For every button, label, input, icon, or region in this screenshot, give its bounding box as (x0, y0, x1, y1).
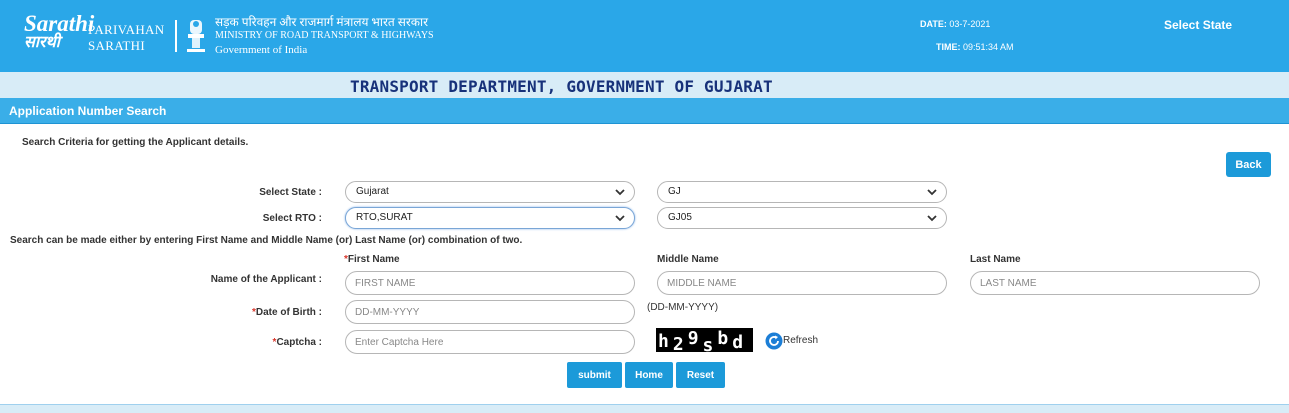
section-bar: Application Number Search (0, 98, 1289, 124)
first-name-input[interactable] (345, 271, 635, 295)
ministry-text: सड़क परिवहन और राजमार्ग मंत्रालय भारत सर… (215, 15, 434, 57)
refresh-icon[interactable] (765, 332, 783, 350)
criteria-text: Search Criteria for getting the Applican… (22, 137, 249, 148)
captcha-text: h29sbd (658, 328, 743, 352)
captcha-label-text: Captcha : (276, 337, 322, 348)
dob-label: *Date of Birth : (200, 307, 322, 318)
section-title: Application Number Search (9, 104, 167, 118)
submit-button[interactable]: submit (567, 362, 622, 388)
rto-code-value: GJ05 (668, 212, 692, 223)
rto-select[interactable]: RTO,SURAT (345, 207, 635, 229)
state-select[interactable]: Gujarat (345, 181, 635, 203)
parivahan-text: PARIVAHAN (88, 22, 165, 37)
time-label: TIME: (936, 42, 961, 52)
state-code-select[interactable]: GJ (657, 181, 947, 203)
chevron-down-icon (615, 215, 625, 222)
sarathi-text: SARATHI (88, 38, 145, 53)
header: Sarathi सारथी PARIVAHAN SARATHI सड़क परि… (0, 0, 1289, 72)
date-label: DATE: (920, 19, 947, 29)
emblem-icon (187, 20, 205, 52)
ministry-hindi: सड़क परिवहन और राजमार्ग मंत्रालय भारत सर… (215, 15, 428, 29)
rto-select-value: RTO,SURAT (356, 212, 413, 223)
dob-input[interactable] (345, 300, 635, 324)
ministry-english: MINISTRY OF ROAD TRANSPORT & HIGHWAYS (215, 30, 434, 41)
first-name-head: *First Name (344, 254, 400, 265)
chevron-down-icon (927, 215, 937, 222)
refresh-link[interactable]: Refresh (783, 335, 818, 346)
date-value: 03-7-2021 (949, 19, 991, 29)
state-code-value: GJ (668, 186, 681, 197)
name-label: Name of the Applicant : (210, 274, 322, 285)
time-value: 09:51:34 AM (963, 42, 1014, 52)
footer-strip (0, 404, 1289, 413)
page: Sarathi सारथी PARIVAHAN SARATHI सड़क परि… (0, 0, 1289, 413)
select-state-label: Select State : (259, 187, 322, 198)
dob-label-text: Date of Birth : (255, 307, 322, 318)
sarathi-logo-line1: Sarathi (24, 11, 95, 36)
ministry-gov: Government of India (215, 44, 308, 56)
department-banner: TRANSPORT DEPARTMENT, GOVERNMENT OF GUJA… (0, 72, 1289, 98)
home-button[interactable]: Home (625, 362, 673, 388)
middle-name-input[interactable] (657, 271, 947, 295)
rto-code-select[interactable]: GJ05 (657, 207, 947, 229)
date-display: DATE: 03-7-2021 (920, 19, 990, 29)
search-note: Search can be made either by entering Fi… (10, 235, 523, 246)
logo-divider (175, 20, 177, 52)
select-state-link[interactable]: Select State (1164, 18, 1232, 32)
middle-name-head: Middle Name (657, 254, 719, 265)
dob-format-hint: (DD-MM-YYYY) (647, 302, 719, 313)
chevron-down-icon (615, 189, 625, 196)
last-name-head: Last Name (970, 254, 1021, 265)
department-title: TRANSPORT DEPARTMENT, GOVERNMENT OF GUJA… (350, 77, 773, 96)
chevron-down-icon (927, 189, 937, 196)
back-button[interactable]: Back (1226, 152, 1271, 177)
sarathi-logo: Sarathi सारथी (24, 11, 95, 56)
last-name-input[interactable] (970, 271, 1260, 295)
captcha-input[interactable] (345, 330, 635, 354)
captcha-image: h29sbd (656, 328, 753, 352)
captcha-label: *Captcha : (200, 337, 322, 348)
time-display: TIME: 09:51:34 AM (936, 42, 1014, 52)
select-rto-label: Select RTO : (262, 213, 322, 224)
state-select-value: Gujarat (356, 186, 389, 197)
reset-button[interactable]: Reset (676, 362, 725, 388)
parivahan-logo-text: PARIVAHAN SARATHI (88, 22, 164, 54)
first-name-head-text: First Name (347, 254, 400, 265)
